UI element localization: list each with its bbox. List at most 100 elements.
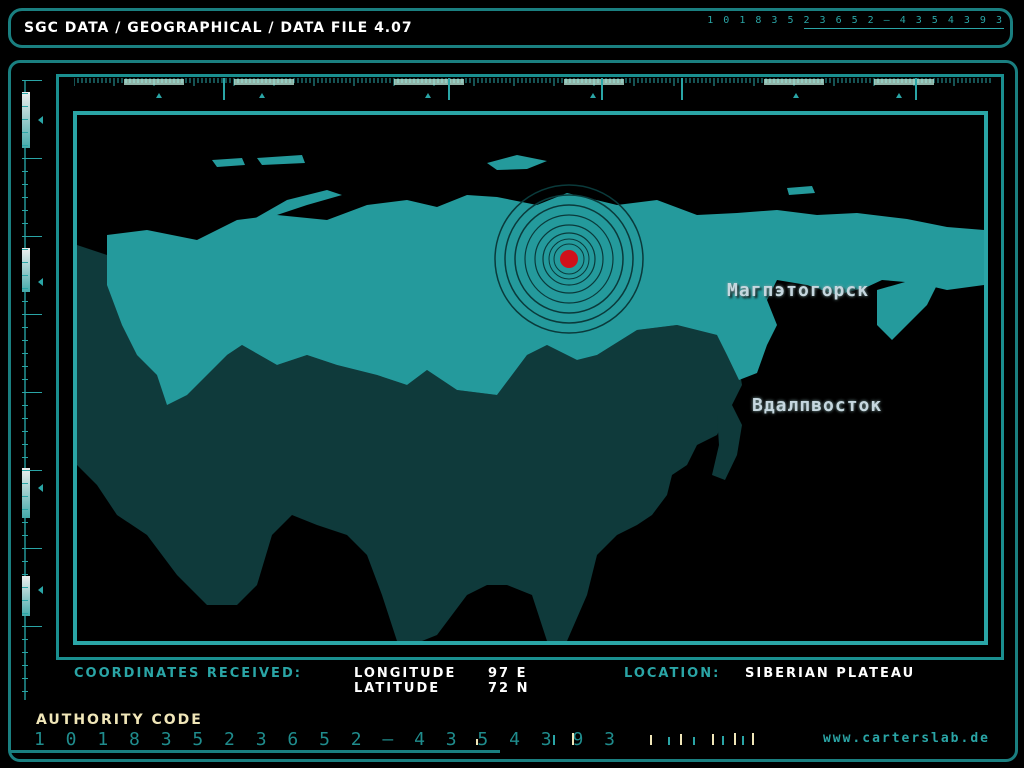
rail-tick: [22, 496, 28, 497]
rail-block: [22, 576, 30, 616]
header-code: 1 0 1 8 3 5 2 3 6 5 2 — 4 3 5 4 3 9 3: [707, 15, 1004, 26]
rail-tick: [22, 574, 28, 575]
rail-tick: [22, 132, 28, 133]
arctic-island: [487, 155, 547, 170]
rail-tick: [22, 561, 28, 562]
rail-tick: [22, 691, 28, 692]
authority-code-label: AUTHORITY CODE: [36, 712, 203, 728]
arctic-island: [787, 186, 815, 195]
rail-tick: [22, 158, 42, 159]
rail-tick: [22, 613, 28, 614]
rail-tick: [22, 275, 28, 276]
ruler-highlight: [124, 79, 184, 85]
website-link[interactable]: www.carterslab.de: [823, 731, 990, 746]
ruler-highlight: [564, 79, 624, 85]
rail-tick: [22, 522, 28, 523]
rail-tick: [22, 652, 28, 653]
rail-tick: [22, 327, 28, 328]
latitude-label: LATITUDE: [354, 681, 441, 696]
signal-bar: [742, 736, 744, 745]
ruler-highlight: [874, 79, 934, 85]
ruler-marker-icon: [793, 93, 799, 98]
left-scale-rail: [10, 80, 43, 700]
latitude-value: 72 N: [488, 681, 530, 696]
rail-tick: [22, 249, 28, 250]
rail-tick: [22, 301, 28, 302]
rail-tick: [22, 379, 28, 380]
signal-bar: [553, 735, 555, 745]
kamchatka: [877, 280, 937, 340]
rail-block: [22, 468, 30, 518]
rail-tick: [22, 80, 42, 81]
rail-tick: [22, 457, 28, 458]
rail-tick: [22, 392, 42, 393]
ruler-marker-icon: [896, 93, 902, 98]
ruler-marker-icon: [590, 93, 596, 98]
rail-tick: [22, 548, 42, 549]
asia-map: [77, 155, 984, 641]
rail-tick: [22, 236, 42, 237]
rail-tick: [22, 444, 28, 445]
signal-bar: [722, 736, 724, 745]
rail-tick: [22, 184, 28, 185]
ruler-marker-icon: [156, 93, 162, 98]
page-title: SGC DATA / GEOGRAPHICAL / DATA FILE 4.07: [24, 20, 413, 36]
signal-bar: [693, 737, 695, 745]
rail-tick: [22, 288, 28, 289]
target-marker-icon: [560, 250, 578, 268]
rail-tick: [22, 353, 28, 354]
rail-block: [22, 248, 30, 292]
city-label-magnitogorsk: Магпэтогорск: [727, 280, 870, 301]
rail-tick: [22, 678, 28, 679]
rail-tick: [22, 626, 42, 627]
rail-tick: [22, 171, 28, 172]
rail-tick: [22, 314, 42, 315]
rail-tick: [22, 509, 28, 510]
signal-bar: [680, 734, 682, 745]
authority-code-value: 1 0 1 8 3 5 2 3 6 5 2 — 4 3 5 4 3 9 3: [34, 729, 620, 750]
rail-marker-icon: [38, 278, 43, 286]
rail-tick: [22, 470, 42, 471]
map-viewport[interactable]: Магпэтогорск Вдалпвосток: [73, 111, 988, 645]
signal-bar: [734, 733, 736, 745]
signal-bar: [650, 735, 652, 745]
rail-tick: [22, 665, 28, 666]
rail-marker-icon: [38, 484, 43, 492]
rail-tick: [22, 639, 28, 640]
ruler-highlight: [764, 79, 824, 85]
rail-marker-icon: [38, 586, 43, 594]
city-label-vladivostok: Вдалпвосток: [752, 395, 883, 416]
rail-tick: [22, 210, 28, 211]
ruler-marker-icon: [259, 93, 265, 98]
rail-block: [22, 92, 30, 148]
rail-tick: [22, 262, 28, 263]
rail-tick: [22, 106, 28, 107]
signal-bar: [572, 733, 574, 745]
rail-tick: [22, 197, 28, 198]
rail-tick: [22, 340, 28, 341]
location-value: SIBERIAN PLATEAU: [745, 666, 916, 681]
longitude-label: LONGITUDE: [354, 666, 457, 681]
rail-tick: [22, 119, 28, 120]
rail-tick: [22, 405, 28, 406]
rail-tick: [22, 366, 28, 367]
authority-underline: [10, 750, 500, 753]
rail-tick: [22, 587, 28, 588]
signal-bar: [476, 739, 478, 745]
ruler-highlight: [394, 79, 464, 85]
ruler-marker-icon: [425, 93, 431, 98]
ruler-highlight: [234, 79, 294, 85]
rail-tick: [22, 431, 28, 432]
location-label: LOCATION:: [624, 666, 721, 681]
signal-bar: [752, 733, 754, 745]
rail-marker-icon: [38, 116, 43, 124]
rail-tick: [22, 483, 28, 484]
arctic-island: [257, 155, 305, 165]
longitude-value: 97 E: [488, 666, 528, 681]
signal-bar: [712, 734, 714, 745]
rail-tick: [22, 145, 28, 146]
rail-tick: [22, 535, 28, 536]
coordinates-received-label: COORDINATES RECEIVED:: [74, 666, 302, 681]
rail-tick: [22, 223, 28, 224]
signal-bar: [668, 737, 670, 745]
